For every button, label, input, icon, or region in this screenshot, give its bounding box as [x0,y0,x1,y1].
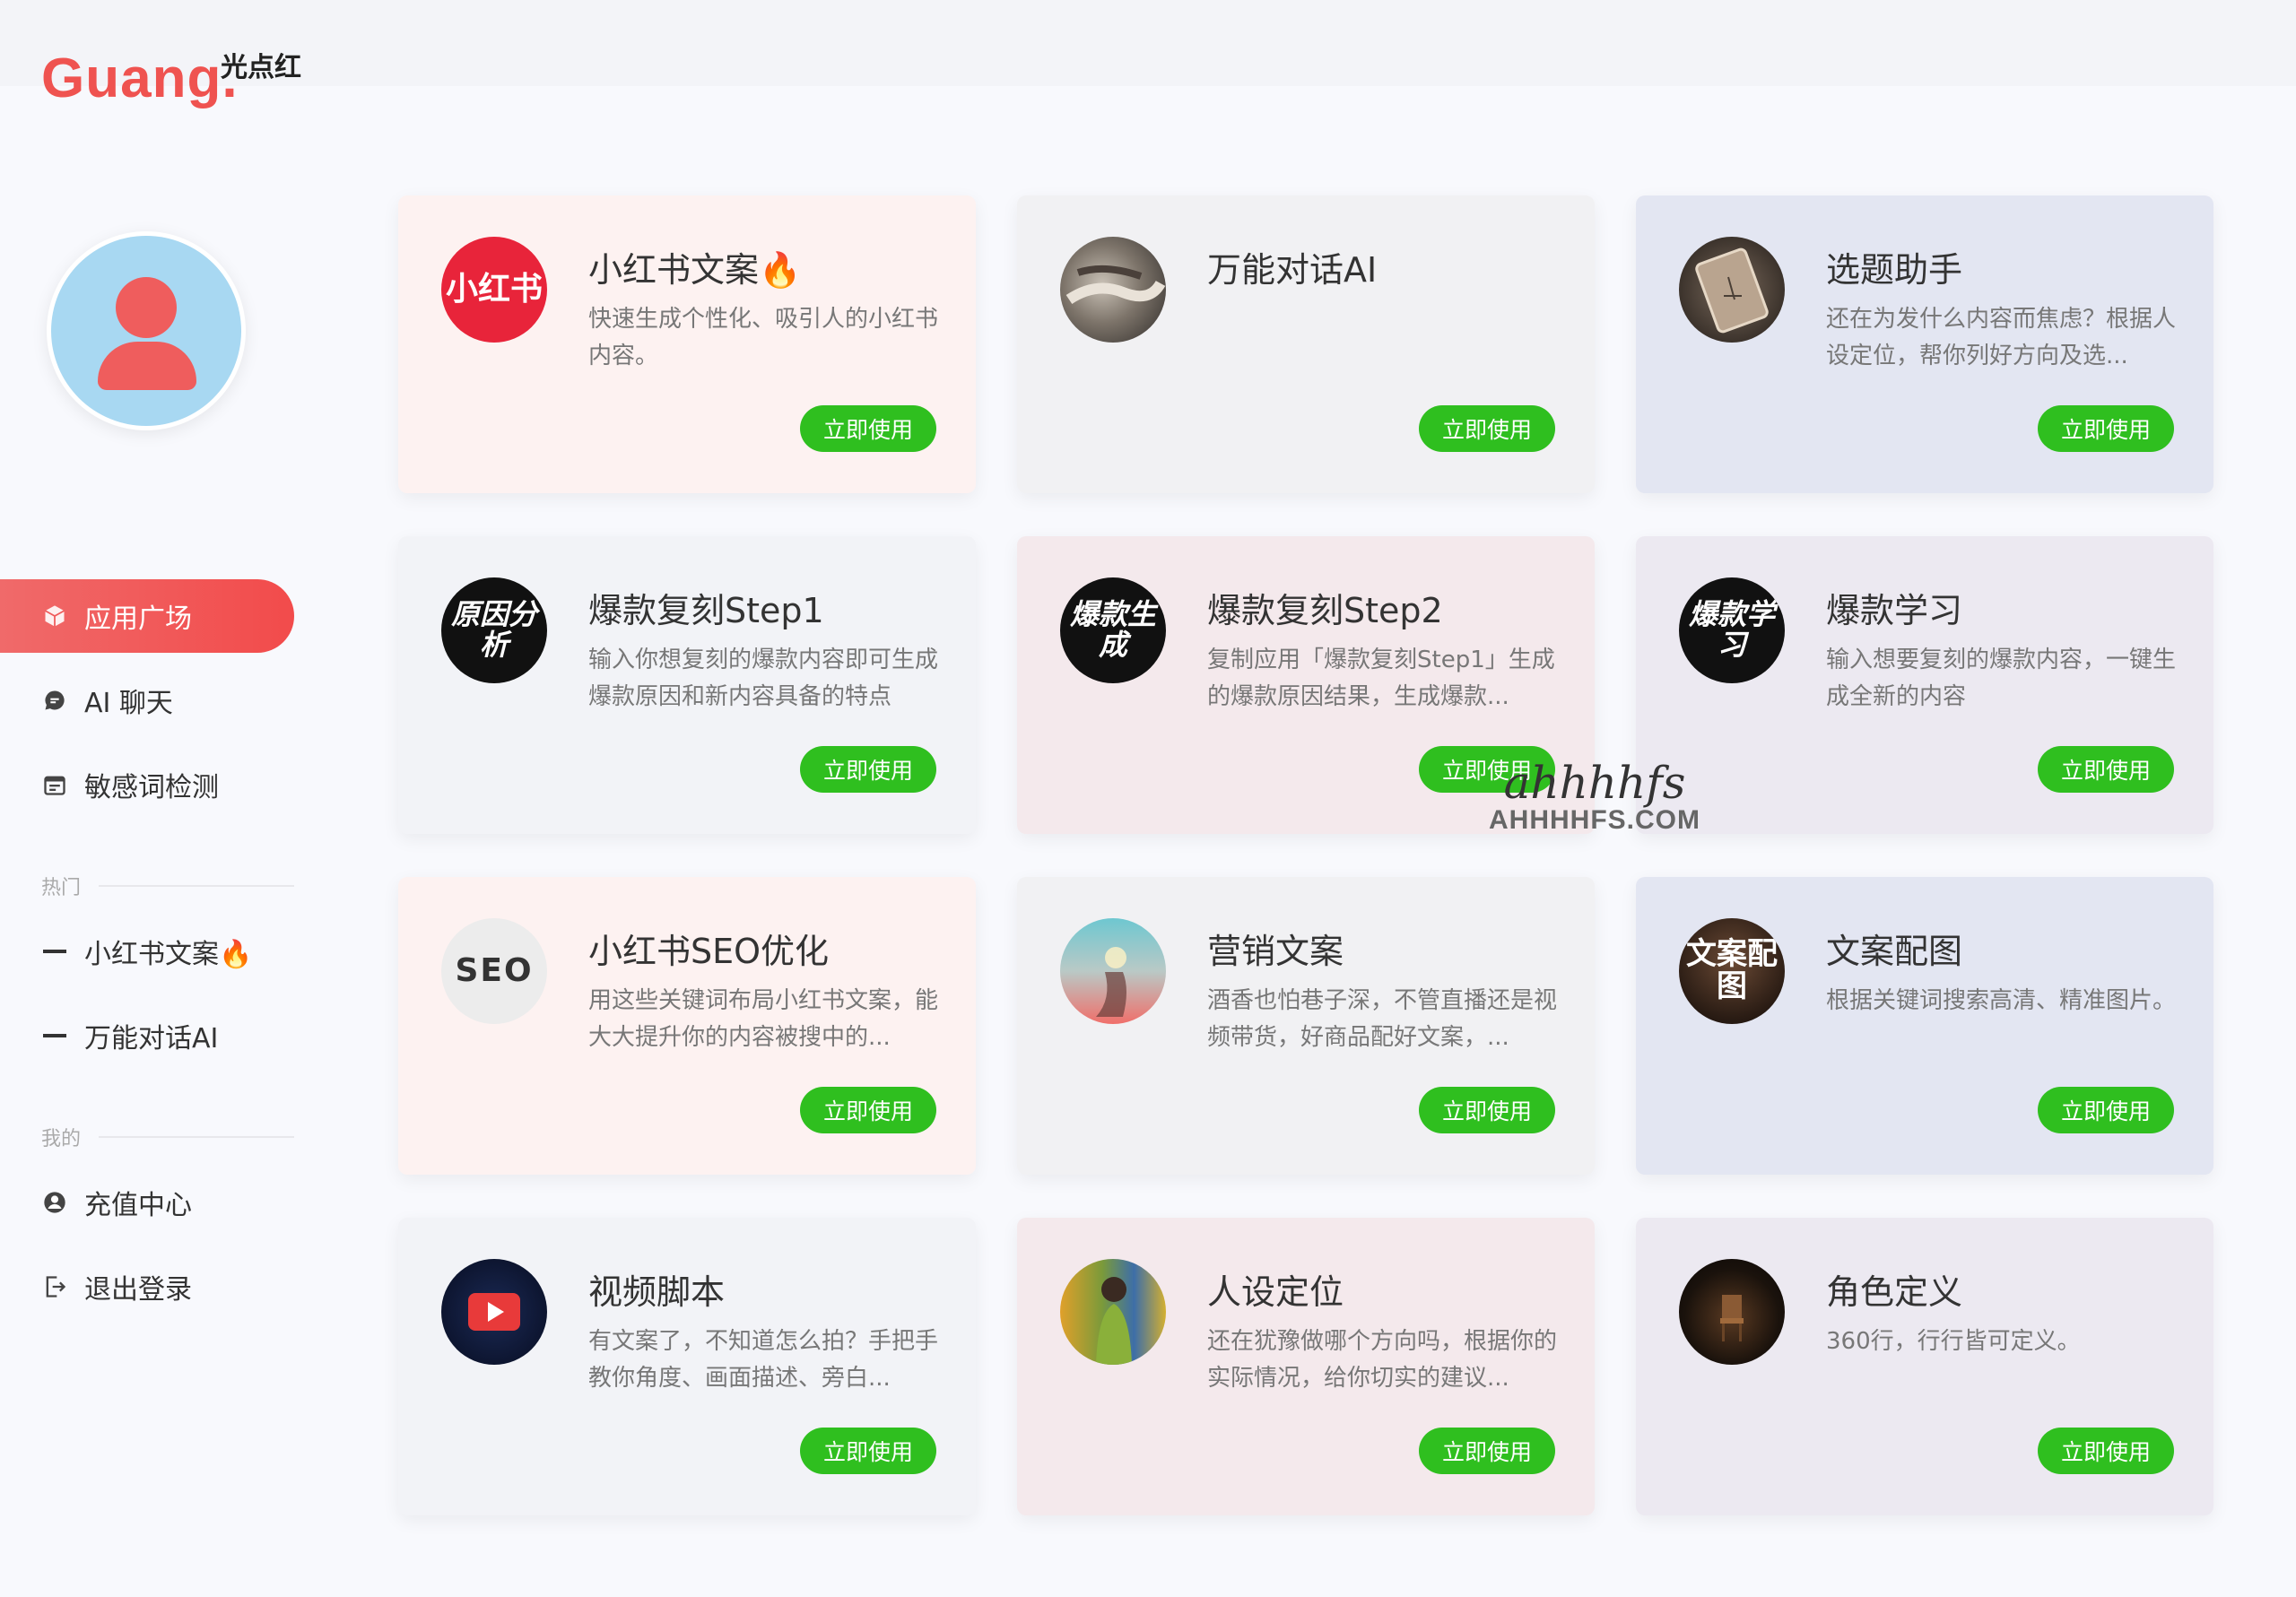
sidebar-item-label: 应用广场 [84,603,192,635]
lightbulb-photo-icon [1060,918,1166,1024]
card-title: 小红书SEO优化 [588,932,830,971]
sidebar-item-label: AI 聊天 [84,688,173,719]
card-desc: 有文案了，不知道怎么拍？手把手教你角度、画面描述、旁白... [588,1328,939,1392]
card-title: 选题助手 [1826,250,1963,290]
viral-generate-icon: 爆款生成 [1060,577,1166,683]
chat-bubble-icon [41,687,68,714]
logout-icon [41,1273,68,1300]
sidebar-item-universal-ai[interactable]: 万能对话AI [0,999,294,1072]
section-label-hot: 热门 [41,872,294,900]
seo-icon: SEO [441,918,547,1024]
use-now-button[interactable]: 立即使用 [1419,1087,1555,1133]
section-label-mine: 我的 [41,1123,294,1151]
card-title: 视频脚本 [588,1272,726,1312]
card-desc: 根据关键词搜索高清、精准图片。 [1826,987,2177,1014]
card-desc: 还在犹豫做哪个方向吗，根据你的实际情况，给你切实的建议... [1207,1328,1558,1392]
sidebar-item-app-plaza[interactable]: 应用广场 [0,579,294,653]
dash-icon [41,938,68,965]
sidebar-item-sensitive-words[interactable]: 敏感词检测 [0,748,294,821]
use-now-button[interactable]: 立即使用 [1419,405,1555,452]
card-title: 文案配图 [1826,932,1963,971]
app-card-xhs-copy[interactable]: 小红书 小红书文案🔥 快速生成个性化、吸引人的小红书内容。 立即使用 [398,195,976,493]
watermark-script: ahhhhfs [1503,757,1686,809]
use-now-button[interactable]: 立即使用 [2038,1428,2174,1474]
use-now-button[interactable]: 立即使用 [1419,1428,1555,1474]
cube-icon [41,603,68,629]
sidebar-item-label: 敏感词检测 [84,772,219,803]
use-now-button[interactable]: 立即使用 [800,746,936,793]
app-card-persona[interactable]: 人设定位 还在犹豫做哪个方向吗，根据你的实际情况，给你切实的建议... 立即使用 [1017,1218,1595,1515]
user-circle-icon [41,1189,68,1216]
watermark: ahhhhfs AHHHHFS.COM [1489,760,1700,836]
sidebar-item-label: 充值中心 [84,1190,192,1221]
app-card-viral-step1[interactable]: 原因分析 爆款复刻Step1 输入你想复刻的爆款内容即可生成爆款原因和新内容具备… [398,536,976,834]
card-desc: 快速生成个性化、吸引人的小红书内容。 [588,306,939,369]
card-title: 人设定位 [1207,1272,1344,1312]
sidebar-item-recharge[interactable]: 充值中心 [0,1166,294,1239]
viral-learning-icon: 爆款学习 [1679,577,1785,683]
app-card-universal-ai[interactable]: 万能对话AI 立即使用 [1017,195,1595,493]
persona-photo-icon [1060,1259,1166,1365]
card-title: 万能对话AI [1207,250,1378,290]
copy-image-icon: 文案配图 [1679,918,1785,1024]
brand-logo[interactable]: Guang. [41,47,239,110]
app-card-video-script[interactable]: 视频脚本 有文案了，不知道怎么拍？手把手教你角度、画面描述、旁白... 立即使用 [398,1218,976,1515]
watermark-domain: AHHHHFS.COM [1489,805,1700,835]
sidebar-item-xhs-copy[interactable]: 小红书文案🔥 [0,915,294,988]
card-title: 营销文案 [1207,932,1344,971]
card-desc: 复制应用「爆款复刻Step1」生成的爆款原因结果，生成爆款... [1207,647,1555,710]
card-desc: 输入想要复刻的爆款内容，一键生成全新的内容 [1826,647,2177,710]
calendar-icon [41,771,68,798]
use-now-button[interactable]: 立即使用 [800,405,936,452]
sidebar-item-ai-chat[interactable]: AI 聊天 [0,664,294,737]
card-desc: 360行，行行皆可定义。 [1826,1328,2081,1355]
use-now-button[interactable]: 立即使用 [2038,746,2174,793]
app-card-topic-helper[interactable]: 选题助手 还在为发什么内容而焦虑？根据人设定位，帮你列好方向及选... 立即使用 [1636,195,2213,493]
sidebar-item-label: 小红书文案🔥 [84,939,253,970]
dash-icon [41,1022,68,1049]
avatar[interactable] [47,231,246,430]
top-bar [0,0,2296,86]
app-card-xhs-seo[interactable]: SEO 小红书SEO优化 用这些关键词布局小红书文案，能大大提升你的内容被搜中的… [398,877,976,1175]
card-title: 爆款复刻Step2 [1207,591,1443,630]
sidebar-item-label: 退出登录 [84,1274,192,1306]
card-desc: 输入你想复刻的爆款内容即可生成爆款原因和新内容具备的特点 [588,647,939,710]
use-now-button[interactable]: 立即使用 [800,1428,936,1474]
card-title: 爆款复刻Step1 [588,591,824,630]
card-title: 角色定义 [1826,1272,1963,1312]
card-title: 爆款学习 [1826,591,1963,630]
use-now-button[interactable]: 立即使用 [2038,405,2174,452]
app-card-marketing-copy[interactable]: 营销文案 酒香也怕巷子深，不管直播还是视频带货，好商品配好文案，... 立即使用 [1017,877,1595,1175]
card-desc: 用这些关键词布局小红书文案，能大大提升你的内容被搜中的... [588,987,939,1051]
card-title: 小红书文案🔥 [588,250,802,290]
chair-photo-icon [1679,1259,1785,1365]
xhs-logo-icon: 小红书 [441,237,547,343]
use-now-button[interactable]: 立即使用 [2038,1087,2174,1133]
sidebar-item-logout[interactable]: 退出登录 [0,1250,294,1324]
use-now-button[interactable]: 立即使用 [800,1087,936,1133]
card-desc: 还在为发什么内容而焦虑？根据人设定位，帮你列好方向及选... [1826,306,2177,369]
hands-photo-icon [1060,237,1166,343]
video-play-icon [441,1259,547,1365]
tablet-photo-icon [1679,237,1785,343]
user-icon [51,236,241,426]
brand-name: 光点红 [221,52,301,83]
app-card-viral-learning[interactable]: 爆款学习 爆款学习 输入想要复刻的爆款内容，一键生成全新的内容 立即使用 [1636,536,2213,834]
app-card-role-definition[interactable]: 角色定义 360行，行行皆可定义。 立即使用 [1636,1218,2213,1515]
card-desc: 酒香也怕巷子深，不管直播还是视频带货，好商品配好文案，... [1207,987,1558,1051]
sidebar-item-label: 万能对话AI [84,1023,219,1055]
cause-analysis-icon: 原因分析 [441,577,547,683]
app-card-copy-images[interactable]: 文案配图 文案配图 根据关键词搜索高清、精准图片。 立即使用 [1636,877,2213,1175]
